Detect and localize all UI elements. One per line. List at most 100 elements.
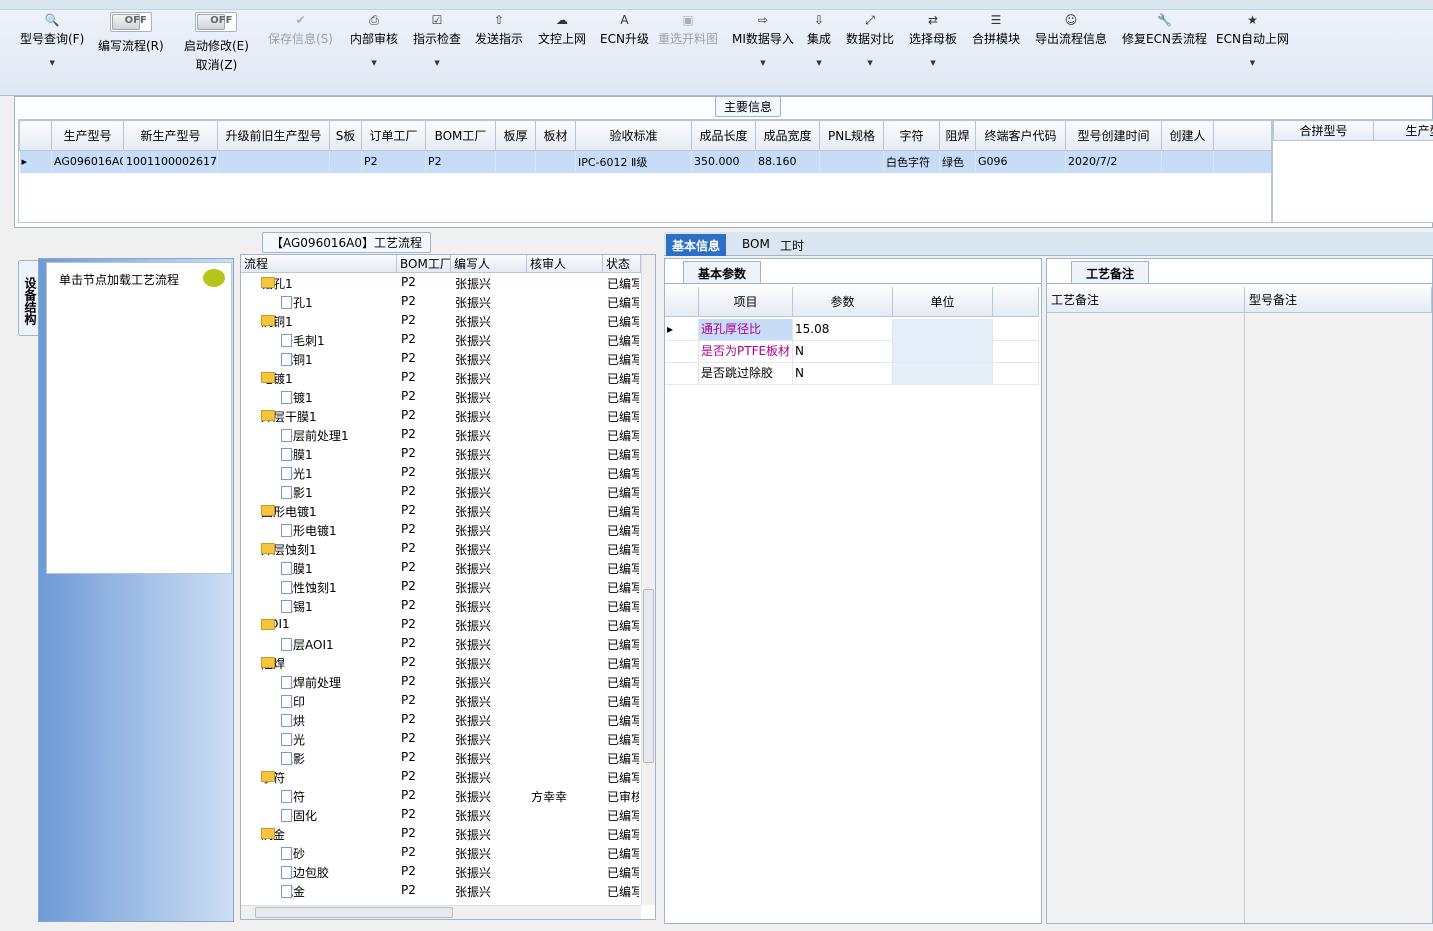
param-value[interactable]: 15.08 [793, 319, 893, 341]
tree-row[interactable]: 沉金P2张振兴已编写 [241, 881, 641, 900]
col-header[interactable]: BOM工厂 [425, 120, 496, 151]
instruction-check-button[interactable]: ☑ 指示检查 ▼ [413, 12, 461, 67]
col-header[interactable]: PNL规格 [819, 120, 884, 151]
tree-row[interactable]: 碱性蚀刻1P2张振兴已编写 [241, 577, 641, 596]
tree-row[interactable]: - 图形电镀1P2张振兴已编写 [241, 501, 641, 520]
tree-row[interactable]: - 沉铜1P2张振兴已编写 [241, 311, 641, 330]
col-header[interactable]: 成品长度 [691, 120, 756, 151]
mi-data-import-button[interactable]: ⇨ MI数据导入 ▼ [732, 12, 794, 67]
col-header[interactable]: 板厚 [495, 120, 536, 151]
toggle-switch[interactable]: OFF [195, 12, 238, 32]
write-flow-toggle[interactable]: OFF 编写流程(R) [98, 12, 164, 54]
tree-row[interactable]: 去毛刺1P2张振兴已编写 [241, 330, 641, 349]
col-header[interactable]: 创建人 [1161, 120, 1214, 151]
tree-row[interactable]: - 阻焊P2张振兴已编写 [241, 653, 641, 672]
col-header[interactable]: BOM工厂 [397, 255, 451, 273]
col-header[interactable]: 项目 [699, 287, 793, 317]
col-header[interactable]: 参数 [793, 287, 893, 317]
tree-row[interactable]: - 外层干膜1P2张振兴已编写 [241, 406, 641, 425]
merge-module-button[interactable]: ☰ 合拼模块 [972, 12, 1020, 47]
col-header[interactable]: 成品宽度 [755, 120, 820, 151]
col-header[interactable]: 新生产型号 [123, 120, 218, 151]
col-header[interactable]: 型号备注 [1245, 287, 1432, 313]
tree-row[interactable]: 外层前处理1P2张振兴已编写 [241, 425, 641, 444]
param-value[interactable]: N [793, 363, 893, 385]
col-header[interactable]: 字符 [883, 120, 940, 151]
tree-row[interactable]: 显影1P2张振兴已编写 [241, 482, 641, 501]
tree-row[interactable]: 预烘P2张振兴已编写 [241, 710, 641, 729]
col-header[interactable]: 验收标准 [575, 120, 692, 151]
tree-row[interactable]: 退锡1P2张振兴已编写 [241, 596, 641, 615]
tree-row[interactable]: 板镀1P2张振兴已编写 [241, 387, 641, 406]
col-header[interactable]: 终端客户代码 [975, 120, 1066, 151]
tree-row[interactable]: 板边包胶P2张振兴已编写 [241, 862, 641, 881]
col-header[interactable]: 型号创建时间 [1065, 120, 1162, 151]
col-header[interactable]: 状态 [603, 255, 641, 273]
col-header[interactable]: 板材 [535, 120, 576, 151]
integrate-button[interactable]: ⇩ 集成 ▼ [807, 12, 831, 67]
scroll-thumb[interactable] [643, 589, 654, 763]
tree-row[interactable]: - 电镀1P2张振兴已编写 [241, 368, 641, 387]
select-mother-board-button[interactable]: ⇄ 选择母板 ▼ [909, 12, 957, 67]
tree-row[interactable]: 曝光P2张振兴已编写 [241, 729, 641, 748]
data-compare-button[interactable]: ⤢ 数据对比 ▼ [846, 12, 894, 67]
tab-basic-params[interactable]: 基本参数 [683, 261, 762, 283]
tree-row[interactable]: 丝印P2张振兴已编写 [241, 691, 641, 710]
tree-row[interactable]: 曝光1P2张振兴已编写 [241, 463, 641, 482]
horizontal-scrollbar[interactable] [241, 905, 641, 919]
tree-row[interactable]: - 字符P2张振兴已编写 [241, 767, 641, 786]
tree-row[interactable]: - 外层蚀刻1P2张振兴已编写 [241, 539, 641, 558]
model-notes-area[interactable] [1245, 313, 1432, 923]
col-header[interactable]: 核审人 [527, 255, 603, 273]
tree-row[interactable]: - 沉金P2张振兴已编写 [241, 824, 641, 843]
tree-row[interactable]: 钻孔1P2张振兴已编写 [241, 292, 641, 311]
tree-row[interactable]: - AOI1P2张振兴已编写 [241, 615, 641, 634]
tree-row[interactable]: 喷砂P2张振兴已编写 [241, 843, 641, 862]
tree-row[interactable]: 贴膜1P2张振兴已编写 [241, 444, 641, 463]
col-header[interactable]: S板 [329, 120, 362, 151]
tab-work-hours[interactable]: 工时 [774, 234, 810, 256]
scroll-thumb[interactable] [255, 907, 453, 918]
save-info-button[interactable]: ✔ 保存信息(S) [268, 12, 333, 47]
tree-row[interactable]: - 钻孔1P2张振兴已编写 [241, 273, 641, 292]
col-header[interactable]: 工艺备注 [1047, 287, 1245, 313]
import-icon: ⇨ [757, 13, 768, 27]
document-icon [281, 353, 292, 366]
col-header[interactable]: 编写人 [451, 255, 527, 273]
tree-row[interactable]: 终固化P2张振兴已编写 [241, 805, 641, 824]
process-notes-area[interactable] [1047, 313, 1245, 923]
col-header[interactable]: 生产型号 [51, 120, 124, 151]
vertical-tab-device-structure[interactable]: 设备结构 [18, 260, 40, 336]
reselect-cutting-chart-button[interactable]: ▣ 重选开料图 [658, 12, 718, 47]
start-modify-toggle[interactable]: OFF 启动修改(E) 取消(Z) [184, 12, 249, 73]
doc-control-online-button[interactable]: ☁ 文控上网 [538, 12, 586, 47]
tree-row[interactable]: 显影P2张振兴已编写 [241, 748, 641, 767]
col-header[interactable]: 合拼型号 [1273, 120, 1374, 141]
tab-basic-info[interactable]: 基本信息 [666, 234, 727, 256]
col-header[interactable]: 单位 [893, 287, 993, 317]
internal-review-button[interactable]: ⎙ 内部审核 ▼ [350, 12, 398, 67]
repair-ecn-flow-button[interactable]: 🔧 修复ECN丢流程 [1122, 12, 1207, 47]
vertical-scrollbar[interactable] [641, 255, 655, 905]
tab-process-notes[interactable]: 工艺备注 [1071, 261, 1149, 283]
tree-row[interactable]: 阻焊前处理P2张振兴已编写 [241, 672, 641, 691]
param-value[interactable]: N [793, 341, 893, 363]
tree-row[interactable]: 图形电镀1P2张振兴已编写 [241, 520, 641, 539]
tree-row[interactable]: 字符P2张振兴方幸幸已审核 [241, 786, 641, 805]
tree-row[interactable]: 沉铜1P2张振兴已编写 [241, 349, 641, 368]
toggle-switch[interactable]: OFF [109, 12, 152, 32]
tree-row[interactable]: 外层AOI1P2张振兴已编写 [241, 634, 641, 653]
ecn-auto-online-button[interactable]: ★ ECN自动上网 ▼ [1216, 12, 1289, 67]
tree-row[interactable]: 退膜1P2张振兴已编写 [241, 558, 641, 577]
tab-bom[interactable]: BOM [736, 234, 776, 256]
ecn-upgrade-button[interactable]: A ECN升级 [600, 12, 649, 47]
col-header[interactable]: 订单工厂 [361, 120, 426, 151]
col-header[interactable]: 生产型 [1373, 120, 1433, 141]
col-header[interactable]: 升级前旧生产型号 [217, 120, 330, 151]
export-flow-info-button[interactable]: ☺ 导出流程信息 [1035, 12, 1107, 47]
table-row[interactable]: ▸ AG096016A0 10011000026175 P2 P2 IPC-60… [19, 150, 1271, 173]
send-instruction-button[interactable]: ⇧ 发送指示 [475, 12, 523, 47]
col-header[interactable]: 阻焊 [939, 120, 976, 151]
col-header[interactable]: 流程 [241, 255, 397, 273]
query-model-button[interactable]: 🔍 型号查询(F) ▼ [20, 12, 84, 67]
